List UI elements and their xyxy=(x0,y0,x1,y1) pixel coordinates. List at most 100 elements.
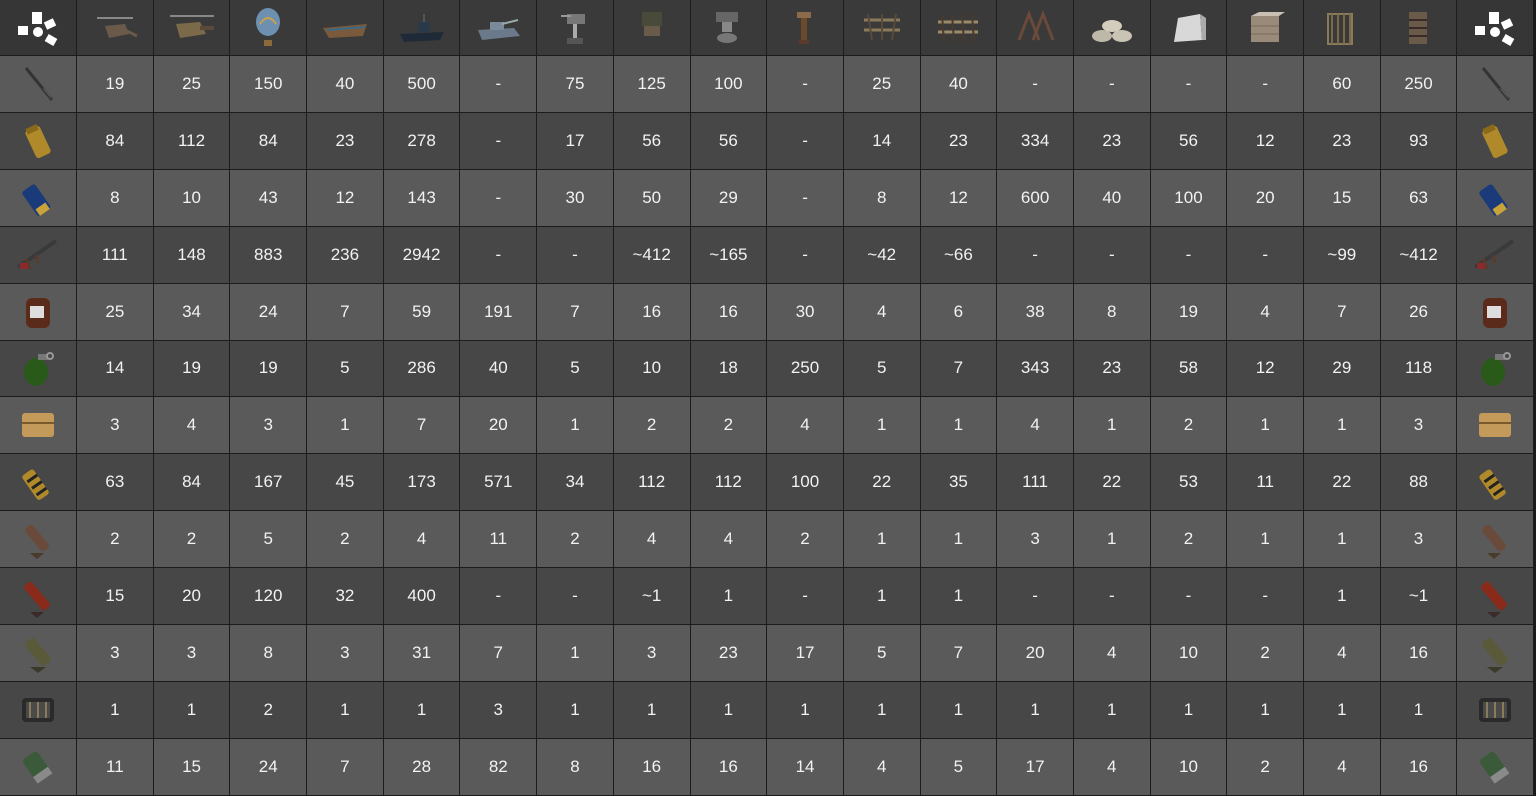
spear-icon xyxy=(1482,67,1511,101)
table-cell: 8 xyxy=(843,169,921,227)
table-cell: 4 xyxy=(383,511,461,569)
row-icon-cell xyxy=(1457,56,1535,113)
table-cell: 120 xyxy=(230,568,308,626)
cell-value: 34 xyxy=(182,301,201,321)
cell-value: 125 xyxy=(637,73,666,93)
cell-value: 7 xyxy=(340,756,350,776)
header-cell xyxy=(1150,0,1228,56)
cell-value: ~165 xyxy=(709,244,748,264)
table-cell: 3 xyxy=(460,681,538,739)
cell-value: 93 xyxy=(1409,130,1428,150)
table-cell: 56 xyxy=(613,112,691,170)
cell-value: - xyxy=(802,130,808,150)
cell-value: 16 xyxy=(642,301,662,321)
table-cell: - xyxy=(537,568,614,626)
cell-value: 111 xyxy=(1022,472,1049,492)
table-cell: 20 xyxy=(460,397,538,455)
cell-value: 19 xyxy=(1179,301,1198,321)
hv-rocket-icon xyxy=(25,525,49,560)
row-icon-cell xyxy=(0,625,77,682)
table-cell: 23 xyxy=(690,625,768,682)
cell-value: 19 xyxy=(258,358,278,378)
cell-value: - xyxy=(1185,244,1192,264)
cell-value: ~42 xyxy=(867,244,897,264)
cell-value: 5 xyxy=(263,529,273,549)
cell-value: ~412 xyxy=(1399,244,1438,264)
spear-icon xyxy=(24,67,54,101)
cell-value: 5 xyxy=(340,358,350,378)
table-cell: 75 xyxy=(537,56,614,113)
row-icon-cell xyxy=(0,568,77,626)
table-cell: 2942 xyxy=(383,226,461,284)
cell-value: 24 xyxy=(258,301,278,321)
cell-value: 1 xyxy=(110,699,120,719)
table-cell: 600 xyxy=(997,169,1074,227)
cell-value: 1 xyxy=(1337,415,1347,435)
f1-grenade-icon xyxy=(1481,352,1512,387)
table-cell: 500 xyxy=(383,56,461,113)
cell-value: 1 xyxy=(1107,699,1117,719)
table-cell: 20 xyxy=(153,568,231,626)
cell-value: 43 xyxy=(258,187,278,207)
cell-value: 1 xyxy=(1260,415,1270,435)
cell-value: 167 xyxy=(254,472,283,492)
table-cell: 4 xyxy=(997,397,1074,455)
cell-value: 18 xyxy=(718,358,738,378)
cell-value: 7 xyxy=(570,301,580,321)
table-cell: 1 xyxy=(1304,397,1381,455)
table-cell: 4 xyxy=(1227,283,1304,341)
table-cell: 25 xyxy=(77,283,154,341)
cell-value: 4 xyxy=(186,415,197,435)
row-icon-cell xyxy=(0,340,77,398)
cell-value: 2 xyxy=(1260,756,1270,776)
table-cell: 5 xyxy=(230,511,308,569)
cell-value: 32 xyxy=(335,586,355,606)
table-cell: 23 xyxy=(1073,112,1151,170)
cell-value: 143 xyxy=(407,187,436,207)
scrap-helicopter-icon xyxy=(169,14,214,38)
cell-value: 3 xyxy=(646,643,657,663)
table-cell: - xyxy=(997,568,1074,626)
table-cell: - xyxy=(1073,226,1151,284)
cell-value: 191 xyxy=(484,301,513,321)
table-cell: 28 xyxy=(383,738,461,796)
cell-value: - xyxy=(1032,586,1038,606)
cell-value: 1 xyxy=(1337,529,1347,549)
cell-value: - xyxy=(495,73,502,93)
table-cell: - xyxy=(460,169,538,227)
row-icon-cell xyxy=(1457,454,1535,512)
row-icon-cell xyxy=(1457,340,1535,398)
cell-value: 1 xyxy=(1260,699,1270,719)
satchel-charge-icon xyxy=(22,413,54,438)
cell-value: - xyxy=(495,187,502,207)
rocket-icon xyxy=(1482,638,1508,674)
table-cell: 400 xyxy=(383,568,461,626)
table-cell: 93 xyxy=(1380,112,1458,170)
table-cell: 3 xyxy=(307,625,384,682)
table-cell: 1 xyxy=(1073,511,1151,569)
cell-value: 17 xyxy=(565,130,585,150)
table-cell: 5 xyxy=(307,340,384,398)
table-cell: 2 xyxy=(1150,397,1228,455)
cell-value: 1 xyxy=(1260,529,1270,549)
spiked-barricade-icon xyxy=(938,13,979,42)
cell-value: 1 xyxy=(876,415,887,435)
header-cell xyxy=(920,0,998,56)
table-cell: 1 xyxy=(383,681,461,739)
rust-logo-icon xyxy=(1475,11,1515,46)
cell-value: 1 xyxy=(723,586,734,606)
cell-value: 23 xyxy=(1102,358,1122,378)
cell-value: 4 xyxy=(1260,301,1270,321)
cell-value: 111 xyxy=(101,244,128,264)
cell-value: 120 xyxy=(254,586,283,606)
cell-value: - xyxy=(1185,73,1192,93)
cell-value: 1 xyxy=(1337,586,1347,606)
table-cell: - xyxy=(767,112,844,170)
table-cell: 7 xyxy=(383,397,461,455)
beancan-grenade-icon xyxy=(26,297,50,328)
table-cell: 16 xyxy=(690,738,768,796)
cell-value: 3 xyxy=(493,699,504,719)
incendiary-rocket-icon xyxy=(1481,581,1508,619)
table-cell: 5 xyxy=(843,340,921,398)
cell-value: - xyxy=(802,586,808,606)
